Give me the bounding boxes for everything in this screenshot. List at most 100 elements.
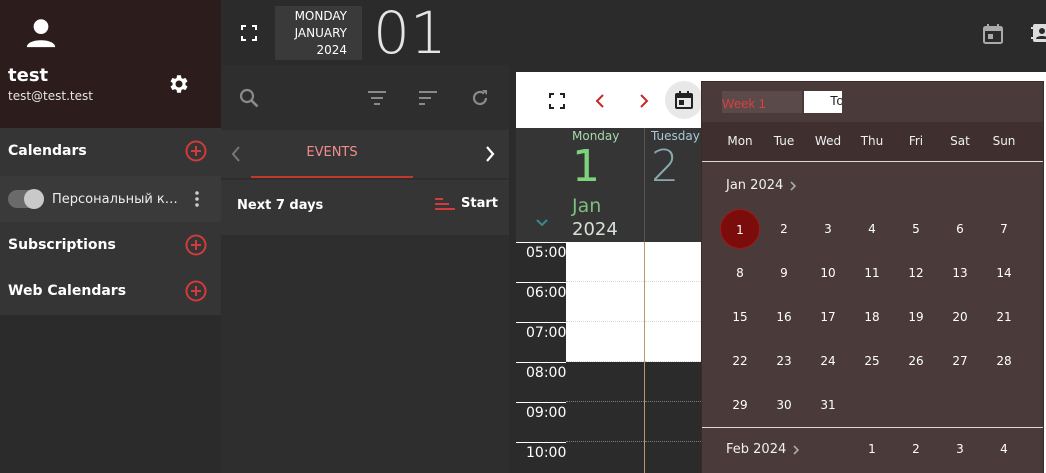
time-slot[interactable] [566, 242, 644, 282]
gear-icon[interactable] [167, 72, 191, 96]
month-label-feb[interactable]: Feb 2024 [726, 442, 800, 457]
time-slot[interactable] [645, 402, 705, 442]
day-column-monday[interactable] [566, 242, 645, 473]
events-tabs: EVENTS [221, 130, 509, 178]
time-slot[interactable] [566, 442, 644, 473]
time-slot[interactable] [566, 402, 644, 442]
week-input[interactable] [722, 91, 802, 113]
day-cell[interactable]: 23 [764, 341, 804, 381]
day-cell[interactable]: 1 [852, 429, 892, 469]
add-subscription-icon[interactable] [185, 234, 207, 256]
time-label: 08:00 [516, 362, 566, 402]
day-cell[interactable]: 12 [896, 253, 936, 293]
day-cell[interactable]: 5 [896, 209, 936, 249]
tab-prev-chevron-icon[interactable] [229, 144, 243, 164]
day-cell[interactable]: 3 [940, 429, 980, 469]
day-header-monday[interactable]: Monday 1 Jan 2024 [566, 128, 645, 243]
time-slot[interactable] [566, 282, 644, 322]
events-toolbar [221, 65, 509, 127]
add-calendar-icon[interactable] [185, 140, 207, 162]
day-cell[interactable]: 15 [720, 297, 760, 337]
tab-events[interactable]: EVENTS [251, 130, 413, 178]
day-cell[interactable]: 4 [984, 429, 1024, 469]
time-slot[interactable] [645, 322, 705, 362]
current-date-box[interactable]: MONDAY JANUARY 2024 [275, 6, 362, 60]
time-header-corner [516, 128, 566, 243]
time-slot[interactable] [566, 362, 644, 402]
time-label: 05:00 [516, 242, 566, 282]
day-cell[interactable]: 20 [940, 297, 980, 337]
day-cell[interactable]: 31 [808, 385, 848, 425]
chevron-down-icon[interactable] [535, 218, 549, 228]
day-cell[interactable]: 11 [852, 253, 892, 293]
month-label-text: Feb 2024 [726, 442, 787, 457]
weekday-label: Mon [727, 134, 753, 148]
sidebar-empty-area [0, 315, 221, 473]
day-cell[interactable]: 7 [984, 209, 1024, 249]
day-cell[interactable]: 16 [764, 297, 804, 337]
sidebar-section-subscriptions[interactable]: Subscriptions [0, 223, 221, 267]
day-header-tuesday[interactable]: Tuesday 2 [645, 128, 705, 243]
day-cell[interactable]: 22 [720, 341, 760, 381]
calendar-visibility-toggle[interactable] [8, 189, 44, 209]
chevron-right-icon [790, 180, 797, 191]
day-cell[interactable]: 17 [808, 297, 848, 337]
calendar-fullscreen-icon[interactable] [548, 92, 566, 110]
day-cell[interactable]: 19 [896, 297, 936, 337]
sort-icon[interactable] [417, 87, 439, 109]
time-slot[interactable] [566, 322, 644, 362]
day-cell[interactable]: 18 [852, 297, 892, 337]
day-cell[interactable]: 9 [764, 253, 804, 293]
tab-next-chevron-icon[interactable] [483, 144, 497, 164]
day-cell[interactable]: 25 [852, 341, 892, 381]
time-slot[interactable] [645, 242, 705, 282]
day-column-tuesday[interactable] [645, 242, 705, 473]
month-label-jan[interactable]: Jan 2024 [726, 178, 797, 193]
day-number: 2 [651, 141, 679, 192]
time-slot[interactable] [645, 282, 705, 322]
sidebar-section-calendars[interactable]: Calendars [0, 129, 221, 173]
time-label: 06:00 [516, 282, 566, 322]
sort-start-button[interactable]: Start [435, 196, 498, 211]
day-cell[interactable]: 10 [808, 253, 848, 293]
time-slot[interactable] [645, 362, 705, 402]
day-cell[interactable]: 21 [984, 297, 1024, 337]
next-week-chevron-icon[interactable] [634, 92, 652, 110]
day-cell[interactable]: 1 [720, 209, 760, 249]
sidebar: Calendars Персональный календарь Subscri… [0, 128, 221, 315]
top-bar: MONDAY JANUARY 2024 01 [221, 0, 1046, 66]
day-cell[interactable]: 24 [808, 341, 848, 381]
day-cell[interactable]: 8 [720, 253, 760, 293]
date-picker-button[interactable] [665, 81, 703, 119]
day-cell[interactable]: 3 [808, 209, 848, 249]
search-icon[interactable] [238, 87, 260, 109]
time-label: 07:00 [516, 322, 566, 362]
day-cell[interactable]: 27 [940, 341, 980, 381]
add-web-calendar-icon[interactable] [185, 280, 207, 302]
calendar-icon[interactable] [982, 23, 1004, 45]
contacts-icon[interactable] [1031, 21, 1046, 45]
day-cell[interactable]: 29 [720, 385, 760, 425]
day-number: 1 [572, 141, 600, 192]
day-cell[interactable]: 2 [896, 429, 936, 469]
range-label[interactable]: Next 7 days [237, 198, 323, 213]
day-cell[interactable]: 26 [896, 341, 936, 381]
filter-icon[interactable] [366, 87, 388, 109]
month-text: JANUARY [294, 26, 347, 40]
day-cell[interactable]: 6 [940, 209, 980, 249]
today-button[interactable]: Today [804, 91, 842, 113]
sidebar-section-web-calendars[interactable]: Web Calendars [0, 269, 221, 313]
prev-week-chevron-icon[interactable] [592, 92, 610, 110]
subscriptions-label: Subscriptions [8, 237, 116, 253]
day-cell[interactable]: 30 [764, 385, 804, 425]
time-slot[interactable] [645, 442, 705, 473]
day-cell[interactable]: 14 [984, 253, 1024, 293]
calendar-item-personal[interactable]: Персональный календарь [0, 176, 221, 222]
day-cell[interactable]: 13 [940, 253, 980, 293]
day-cell[interactable]: 28 [984, 341, 1024, 381]
more-vert-icon[interactable] [194, 190, 200, 208]
day-cell[interactable]: 4 [852, 209, 892, 249]
fullscreen-icon[interactable] [240, 24, 258, 42]
day-cell[interactable]: 2 [764, 209, 804, 249]
refresh-icon[interactable] [469, 87, 491, 109]
